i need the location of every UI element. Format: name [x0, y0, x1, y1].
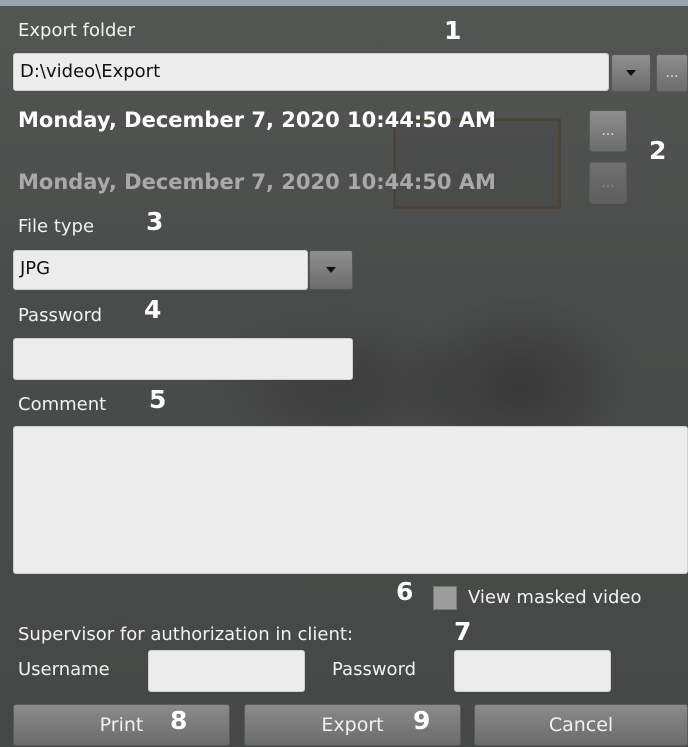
supervisor-username-input[interactable]	[148, 650, 305, 692]
chevron-down-icon	[626, 70, 636, 76]
callout-3: 3	[146, 207, 164, 236]
export-folder-input[interactable]: D:\video\Export	[13, 53, 609, 91]
comment-label: Comment	[18, 394, 107, 415]
callout-8: 8	[170, 706, 188, 735]
comment-textarea[interactable]	[13, 426, 688, 574]
file-type-label: File type	[18, 216, 95, 237]
export-folder-label: Export folder	[18, 20, 135, 41]
export-folder-dropdown-button[interactable]	[611, 54, 651, 92]
start-datetime-button[interactable]: ...	[589, 110, 627, 152]
password-input[interactable]	[13, 338, 353, 380]
supervisor-password-label: Password	[332, 659, 417, 680]
view-masked-video-checkbox[interactable]	[433, 586, 457, 610]
view-masked-video-label: View masked video	[468, 587, 642, 608]
start-datetime: Monday, December 7, 2020 10:44:50 AM	[18, 108, 496, 132]
callout-7: 7	[454, 617, 472, 646]
print-button[interactable]: Print	[13, 704, 230, 746]
callout-5: 5	[149, 385, 167, 414]
callout-9: 9	[413, 706, 431, 735]
callout-2: 2	[649, 136, 667, 165]
print-button-label: Print	[99, 714, 144, 736]
callout-4: 4	[144, 295, 162, 324]
supervisor-label: Supervisor for authorization in client:	[18, 624, 354, 645]
export-button-label: Export	[321, 714, 384, 736]
end-datetime: Monday, December 7, 2020 10:44:50 AM	[18, 170, 496, 194]
file-type-dropdown-button[interactable]	[309, 250, 353, 290]
supervisor-password-input[interactable]	[454, 650, 611, 692]
browse-folder-button[interactable]: ...	[656, 54, 688, 92]
file-type-select[interactable]: JPG	[13, 250, 308, 290]
callout-1: 1	[444, 16, 462, 45]
supervisor-username-label: Username	[18, 659, 110, 680]
cancel-button-label: Cancel	[548, 714, 614, 736]
chevron-down-icon	[326, 267, 336, 273]
end-datetime-button[interactable]: ...	[589, 162, 627, 204]
callout-6: 6	[396, 577, 414, 606]
password-label: Password	[18, 305, 103, 326]
cancel-button[interactable]: Cancel	[474, 704, 688, 746]
